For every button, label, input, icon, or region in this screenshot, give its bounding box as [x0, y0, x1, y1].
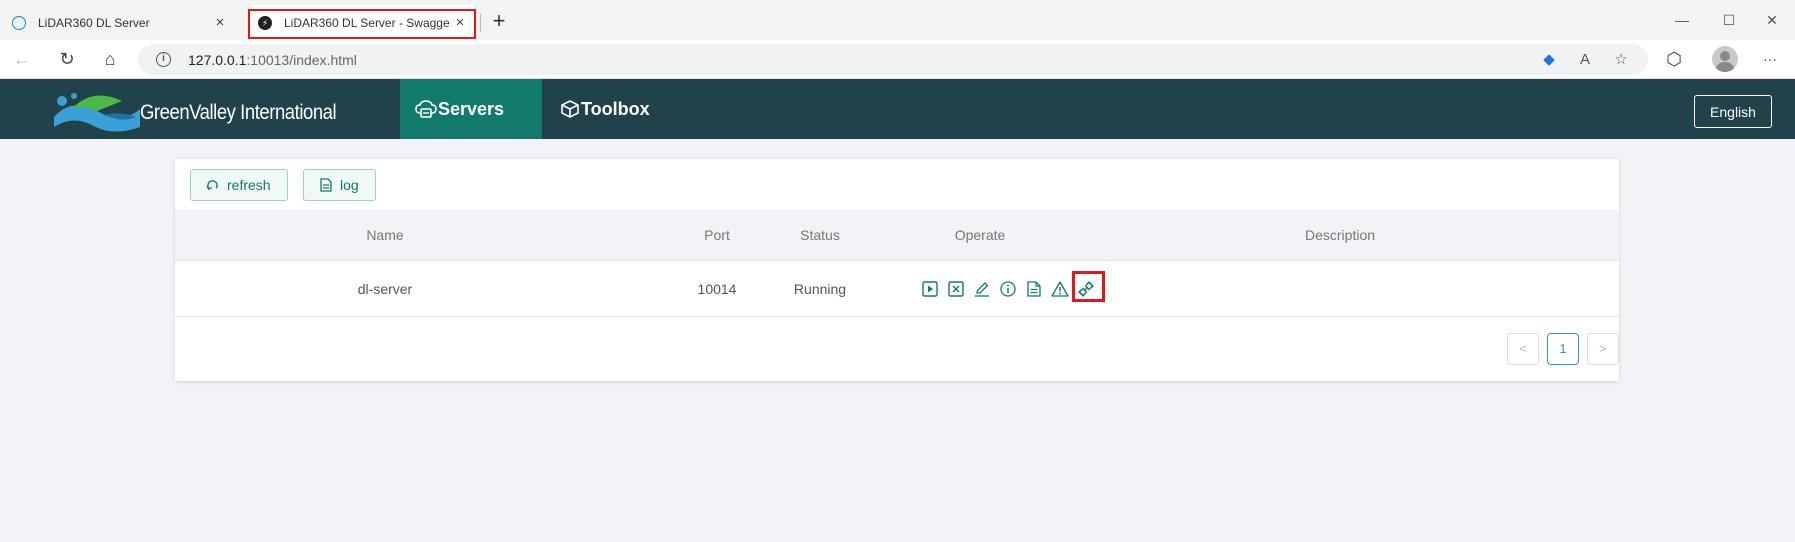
url-text[interactable]: 127.0.0.1:10013/index.html	[188, 52, 357, 68]
warning-icon	[1051, 281, 1069, 297]
cell-port: 10014	[697, 281, 737, 297]
site-info-icon[interactable]: i	[156, 52, 171, 67]
cloud-server-icon	[415, 100, 437, 118]
tab-close-icon[interactable]: ×	[450, 14, 470, 31]
stop-icon	[948, 281, 964, 297]
header-operate: Operate	[954, 227, 1006, 243]
edit-icon	[975, 282, 989, 297]
table-header: Name Port Status Operate Description	[175, 210, 1619, 261]
refresh-label: refresh	[227, 177, 271, 193]
table-row: dl-server 10014 Running	[175, 261, 1619, 317]
read-aloud-icon[interactable]: A	[1574, 49, 1596, 71]
minimize-button[interactable]: —	[1659, 8, 1705, 32]
close-window-button[interactable]: ✕	[1749, 8, 1795, 32]
pagination-next-button[interactable]: >	[1587, 333, 1619, 365]
nav-toolbox-tab[interactable]: Toolbox	[557, 79, 687, 139]
tab-title: LiDAR360 DL Server - Swagger UI	[284, 15, 450, 30]
header-status: Status	[800, 227, 840, 243]
swagger-favicon-icon: ⚡	[258, 15, 272, 30]
back-arrow-icon[interactable]: ←	[10, 48, 34, 72]
more-menu-icon[interactable]: ···	[1758, 48, 1782, 72]
connect-button[interactable]	[1076, 279, 1096, 299]
start-button[interactable]	[920, 279, 940, 299]
refresh-button[interactable]: refresh	[190, 169, 288, 201]
nav-servers-tab[interactable]: Servers	[400, 79, 542, 139]
reload-icon[interactable]: ↻	[55, 48, 79, 72]
log-button[interactable]: log	[303, 169, 376, 201]
browser-tab-swagger[interactable]: ⚡ LiDAR360 DL Server - Swagger UI ×	[248, 5, 476, 40]
price-tag-icon[interactable]: ◆	[1538, 49, 1560, 71]
operate-icons	[920, 277, 1102, 301]
link-icon	[1078, 281, 1094, 297]
stop-button[interactable]	[946, 279, 966, 299]
play-icon	[922, 281, 938, 297]
extensions-icon[interactable]: ⬡	[1662, 48, 1686, 72]
site-favicon-icon	[12, 15, 26, 30]
browser-tab-bar: LiDAR360 DL Server × ⚡ LiDAR360 DL Serve…	[0, 0, 1795, 40]
document-icon	[1027, 281, 1041, 297]
profile-avatar[interactable]	[1712, 46, 1738, 72]
maximize-button[interactable]: ☐	[1706, 8, 1752, 32]
url-field[interactable]: i 127.0.0.1:10013/index.html ◆ A ☆	[138, 44, 1648, 75]
pagination-page-1[interactable]: 1	[1547, 333, 1579, 365]
browser-address-bar: ← ↻ ⌂ i 127.0.0.1:10013/index.html ◆ A ☆…	[0, 40, 1795, 79]
header-port: Port	[704, 227, 730, 243]
greenvalley-logo-icon	[54, 93, 140, 132]
log-label: log	[340, 177, 359, 193]
refresh-icon	[206, 179, 218, 190]
nav-toolbox-label: Toolbox	[581, 98, 650, 119]
info-icon	[1000, 281, 1016, 297]
tab-separator	[480, 14, 481, 32]
tab-close-icon[interactable]: ×	[210, 14, 230, 31]
header-description: Description	[1304, 227, 1376, 243]
box-icon	[561, 100, 579, 118]
servers-card: refresh log Name Port Status Operate Des…	[175, 159, 1619, 381]
favorites-star-icon[interactable]: ☆	[1610, 49, 1632, 71]
app-header: GreenValley International Servers Toolbo…	[0, 79, 1795, 139]
edit-button[interactable]	[972, 279, 992, 299]
new-tab-button[interactable]: +	[488, 9, 510, 35]
header-name: Name	[366, 227, 404, 243]
document-icon	[320, 178, 332, 192]
home-icon[interactable]: ⌂	[98, 48, 122, 72]
tab-title: LiDAR360 DL Server	[38, 15, 150, 30]
nav-servers-label: Servers	[438, 98, 505, 119]
browser-tab-lidar360[interactable]: LiDAR360 DL Server ×	[0, 5, 236, 40]
pagination-prev-button[interactable]: <	[1507, 333, 1539, 365]
logo-text: GreenValley International	[140, 101, 337, 124]
log-doc-button[interactable]	[1024, 279, 1044, 299]
language-button[interactable]: English	[1694, 95, 1772, 128]
cell-description	[1275, 261, 1405, 317]
cell-status: Running	[793, 281, 847, 297]
cell-name: dl-server	[357, 281, 413, 297]
warning-button[interactable]	[1050, 279, 1070, 299]
info-button[interactable]	[998, 279, 1018, 299]
